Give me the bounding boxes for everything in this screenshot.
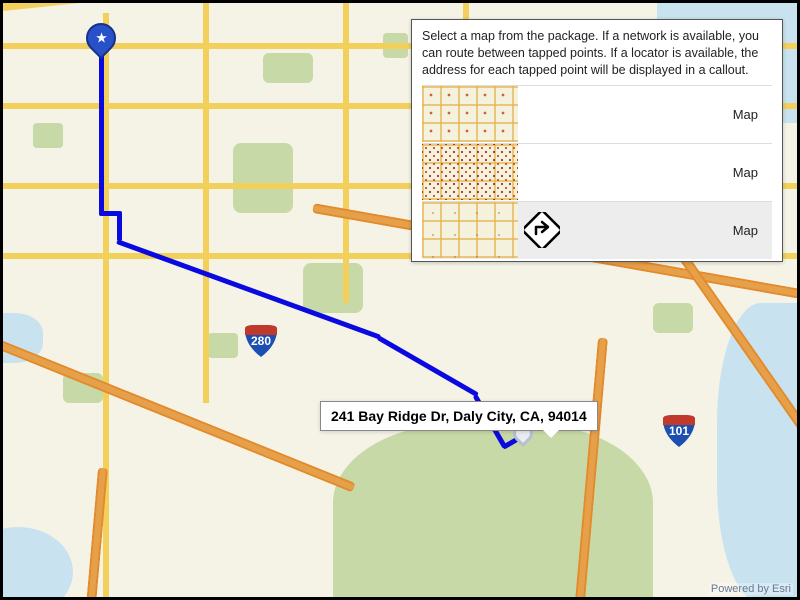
park [233, 143, 293, 213]
star-icon: ★ [95, 30, 108, 47]
map-option-1[interactable]: Map [422, 143, 772, 201]
map-thumbnail-icon [422, 144, 518, 200]
park [263, 53, 313, 83]
park [303, 263, 363, 313]
map-option-0[interactable]: Map [422, 85, 772, 143]
route-segment [117, 211, 122, 241]
map-picker-panel: Select a map from the package. If a netw… [411, 19, 783, 262]
shield-label: 101 [669, 424, 689, 438]
map-thumbnail-icon [422, 202, 518, 258]
road [3, 3, 501, 11]
highway [3, 333, 356, 492]
map-option-2[interactable]: Map [422, 201, 772, 259]
map-option-label: Map [733, 223, 772, 238]
park [33, 123, 63, 148]
map-canvas[interactable]: 280 101 ★ 241 Bay Ridge Dr, Daly City, C… [3, 3, 797, 597]
park [333, 423, 653, 597]
route-segment [377, 335, 479, 397]
water-body [717, 303, 797, 597]
water-body [3, 527, 73, 597]
shield-label: 280 [251, 334, 271, 348]
highway-shield-280: 280 [243, 323, 279, 359]
highway-shield-101: 101 [661, 413, 697, 449]
map-attribution: Powered by Esri [709, 583, 793, 595]
road [343, 3, 349, 303]
park [208, 333, 238, 358]
map-option-label: Map [733, 107, 772, 122]
route-segment [99, 211, 119, 216]
map-option-label: Map [733, 165, 772, 180]
road [203, 3, 209, 403]
picker-hint: Select a map from the package. If a netw… [422, 28, 772, 79]
callout-address: 241 Bay Ridge Dr, Daly City, CA, 94014 [331, 408, 587, 424]
route-segment [99, 53, 104, 213]
map-thumbnail-icon [422, 86, 518, 142]
turn-arrow-icon [524, 212, 560, 248]
route-start-pin[interactable]: ★ [80, 17, 122, 59]
park [653, 303, 693, 333]
address-callout[interactable]: 241 Bay Ridge Dr, Daly City, CA, 94014 [320, 401, 598, 431]
